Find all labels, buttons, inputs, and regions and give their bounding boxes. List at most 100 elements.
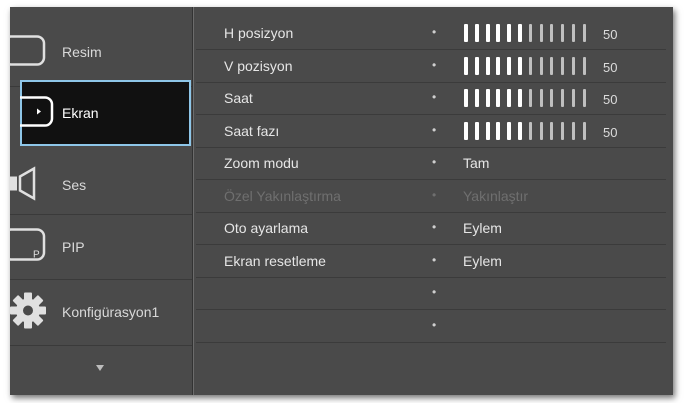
svg-text:P: P [33,250,40,261]
bullet-icon: • [432,58,437,72]
setting-label: Saat fazı [224,123,280,139]
bullet-icon: • [432,220,437,234]
slider-tick [474,24,479,42]
slider-tick [474,122,479,140]
setting-row[interactable]: V pozisyon • 50 [196,50,666,83]
setting-value: Eylem [463,220,502,236]
menu-item-pip[interactable]: P PIP [2,214,192,280]
bullet-icon: • [432,90,437,104]
setting-row[interactable]: Özel Yakınlaştırma • Yakınlaştır [196,180,666,213]
setting-value: Tam [463,155,490,171]
slider-tick [582,24,586,42]
menu-item-ekran[interactable]: Ekran [10,80,191,146]
slider-tick [485,89,490,107]
bullet-icon: • [432,155,437,169]
slider-tick [539,89,543,107]
slider-value: 50 [603,92,618,107]
speaker-icon [10,166,48,204]
monitor-icon [2,34,48,71]
slider-value: 50 [603,60,618,75]
slider-tick [507,89,512,107]
bullet-icon: • [432,318,437,332]
level-slider[interactable] [464,24,594,42]
slider-tick [474,89,479,107]
main-menu: Resim Ekran Ses P PIP Konfigürasyon1 [2,7,192,395]
level-slider[interactable] [464,57,594,75]
slider-tick [582,57,586,75]
bullet-icon: • [432,188,437,202]
slider-tick [550,122,554,140]
setting-label: Zoom modu [224,155,299,171]
slider-tick [572,89,575,107]
slider-tick [507,24,512,42]
slider-value: 50 [603,27,618,42]
slider-tick [507,122,512,140]
setting-label: Saat [224,90,253,106]
slider-tick [561,24,565,42]
menu-item-label: Ses [62,177,87,193]
row-divider [196,342,666,343]
bullet-icon: • [432,253,437,267]
setting-row: • [196,310,666,343]
setting-row[interactable]: Zoom modu • Tam [196,147,666,180]
setting-value: Eylem [463,253,502,269]
menu-item-konfigurasyon1[interactable]: Konfigürasyon1 [10,279,192,345]
slider-tick [539,57,543,75]
slider-tick [464,122,468,140]
setting-row[interactable]: Oto ayarlama • Eylem [196,212,666,245]
slider-tick [582,89,586,107]
slider-tick [572,57,575,75]
slider-tick [572,24,575,42]
pip-icon: P [2,227,48,268]
slider-tick [550,57,554,75]
slider-tick [539,24,543,42]
slider-tick [507,57,512,75]
slider-tick [561,122,565,140]
slider-tick [528,57,532,75]
osd-menu-panel: Resim Ekran Ses P PIP Konfigürasyon1 H p… [2,7,673,395]
slider-tick [539,122,543,140]
setting-label: V pozisyon [224,58,293,74]
chevron-down-icon[interactable] [96,365,104,371]
slider-value: 50 [603,125,618,140]
setting-label: H posizyon [224,25,294,41]
setting-row[interactable]: Saat • 50 [196,82,666,115]
menu-item-resim[interactable]: Resim [2,19,192,85]
setting-row[interactable]: Ekran resetleme • Eylem [196,245,666,278]
slider-tick [518,24,522,42]
menu-item-label: Ekran [62,105,99,121]
slider-tick [572,122,575,140]
setting-value: Yakınlaştır [463,188,529,204]
slider-tick [550,89,554,107]
slider-tick [518,89,522,107]
slider-tick [485,24,490,42]
slider-tick [561,89,565,107]
level-slider[interactable] [464,89,594,107]
setting-row: • [196,277,666,310]
slider-tick [528,122,532,140]
slider-tick [496,24,501,42]
level-slider[interactable] [464,122,594,140]
slider-tick [518,122,522,140]
slider-tick [582,122,586,140]
slider-tick [561,57,565,75]
slider-tick [496,122,501,140]
menu-item-label: PIP [62,239,85,255]
menu-item-label: Resim [62,44,102,60]
slider-tick [485,122,490,140]
setting-row[interactable]: Saat fazı • 50 [196,115,666,148]
menu-item-label: Konfigürasyon1 [62,304,160,320]
setting-row[interactable]: H posizyon • 50 [196,17,666,50]
menu-item-ses[interactable]: Ses [10,152,192,218]
slider-tick [485,57,490,75]
slider-tick [464,24,468,42]
setting-label: Oto ayarlama [224,220,309,236]
slider-tick [528,89,532,107]
bullet-icon: • [432,25,437,39]
slider-tick [464,57,468,75]
slider-tick [474,57,479,75]
slider-tick [496,57,501,75]
vertical-divider [192,7,194,395]
gear-icon [10,291,50,334]
slider-tick [496,89,501,107]
